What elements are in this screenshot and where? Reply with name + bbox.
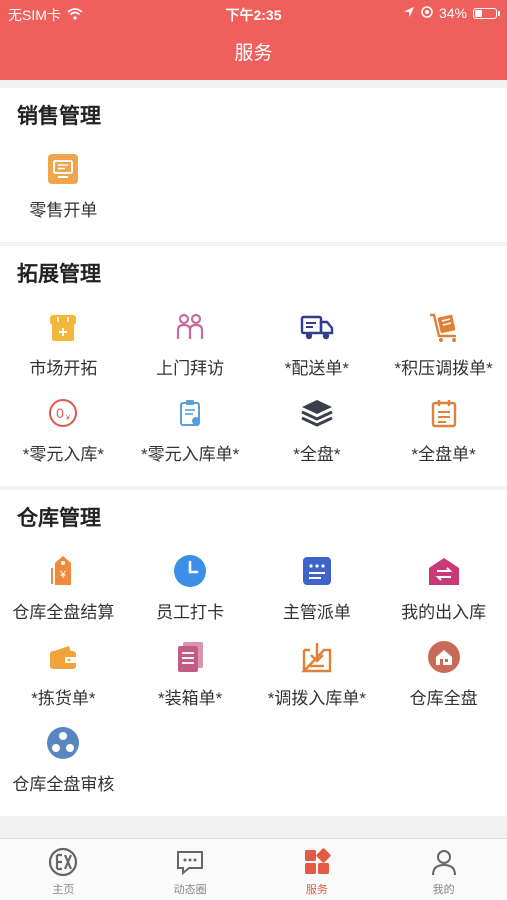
section-warehouse: 仓库管理 ¥ 仓库全盘结算 员工打卡 主管派单 我的出入库 *拣货单* *装箱单…	[0, 490, 507, 816]
service-label: *零元入库*	[22, 445, 104, 464]
tab-profile[interactable]: 我的	[380, 839, 507, 900]
service-retail-order[interactable]: 零售开单	[0, 148, 127, 234]
service-backlog-transfer[interactable]: *积压调拨单*	[380, 306, 507, 392]
service-full-inventory-order[interactable]: *全盘单*	[380, 392, 507, 478]
wallet-icon	[46, 640, 80, 674]
service-label: *装箱单*	[158, 689, 223, 708]
service-my-stock-in-out[interactable]: 我的出入库	[380, 550, 507, 636]
service-warehouse-settlement[interactable]: ¥ 仓库全盘结算	[0, 550, 127, 636]
service-label: 市场开拓	[29, 359, 98, 378]
clock-icon	[173, 554, 207, 588]
packing-list-icon	[173, 640, 207, 674]
svg-text:¥: ¥	[59, 569, 67, 581]
service-label: 员工打卡	[156, 603, 225, 622]
service-transfer-stock-in-order[interactable]: *调拨入库单*	[254, 636, 381, 722]
download-box-icon	[300, 640, 334, 674]
section-sales: 销售管理 零售开单	[0, 88, 507, 242]
service-visit[interactable]: 上门拜访	[127, 306, 254, 392]
service-label: 我的出入库	[401, 603, 487, 622]
battery-percent: 34%	[438, 5, 467, 21]
service-label: 仓库全盘	[409, 689, 478, 708]
service-zero-yuan-stock-in[interactable]: 0 ¥ *零元入库*	[0, 392, 127, 478]
tab-services[interactable]: 服务	[254, 839, 381, 900]
service-content: 销售管理 零售开单 拓展管理 市场开拓 上门拜访 *配送单* *积压调拨单* 0…	[0, 88, 507, 820]
market-expansion-icon	[46, 310, 80, 344]
service-label: 上门拜访	[156, 359, 225, 378]
service-label: *全盘*	[293, 445, 341, 464]
service-label: *拣货单*	[31, 689, 96, 708]
retail-order-icon	[46, 152, 80, 186]
bottom-tab-bar: 主页 动态圈 服务 我的	[0, 838, 507, 900]
service-label: 仓库全盘审核	[12, 775, 115, 794]
status-bar: 无SIM卡 下午2:35 34%	[0, 0, 507, 28]
service-label: *零元入库单*	[141, 445, 240, 464]
service-label: *积压调拨单*	[394, 359, 493, 378]
services-icon	[302, 847, 332, 877]
calendar-icon	[427, 396, 461, 430]
service-supervisor-dispatch[interactable]: 主管派单	[254, 550, 381, 636]
home-icon	[48, 847, 78, 877]
chat-icon	[175, 847, 205, 877]
tab-label: 主页	[52, 884, 75, 896]
price-tag-icon: ¥	[46, 554, 80, 588]
service-label: 仓库全盘结算	[12, 603, 115, 622]
tab-label: 服务	[305, 884, 328, 896]
section-title: 拓展管理	[17, 263, 101, 286]
tab-home[interactable]: 主页	[0, 839, 127, 900]
service-picking-list[interactable]: *拣货单*	[0, 636, 127, 722]
warehouse-transfer-icon	[427, 554, 461, 588]
alarm-icon	[421, 5, 433, 21]
service-delivery-order[interactable]: *配送单*	[254, 306, 381, 392]
visit-icon	[173, 310, 207, 344]
top-bar: 无SIM卡 下午2:35 34% 服务	[0, 0, 507, 80]
zero-yuan-icon: 0 ¥	[46, 396, 80, 430]
location-icon	[403, 5, 415, 21]
service-label: 主管派单	[282, 603, 351, 622]
dispatch-icon	[300, 554, 334, 588]
svg-text:¥: ¥	[66, 415, 70, 422]
service-market-expansion[interactable]: 市场开拓	[0, 306, 127, 392]
section-expansion: 拓展管理 市场开拓 上门拜访 *配送单* *积压调拨单* 0 ¥ *零元入库* …	[0, 246, 507, 486]
tab-label: 动态圈	[173, 884, 207, 896]
tab-moments[interactable]: 动态圈	[127, 839, 254, 900]
battery-icon	[473, 7, 500, 19]
house-icon	[427, 640, 461, 674]
cart-icon	[427, 310, 461, 344]
service-full-inventory[interactable]: *全盘*	[254, 392, 381, 478]
truck-icon	[300, 310, 334, 344]
service-employee-clock-in[interactable]: 员工打卡	[127, 550, 254, 636]
service-label: *配送单*	[284, 359, 349, 378]
page-title: 服务	[234, 43, 273, 64]
section-title: 销售管理	[17, 105, 101, 128]
section-title: 仓库管理	[17, 507, 101, 530]
service-label: 零售开单	[29, 201, 98, 220]
svg-text:0: 0	[56, 405, 64, 421]
clipboard-icon	[173, 396, 207, 430]
tab-label: 我的	[432, 884, 455, 896]
layers-icon	[300, 396, 334, 430]
battery-fill	[475, 9, 483, 17]
profile-icon	[429, 847, 459, 877]
service-label: *调拨入库单*	[267, 689, 366, 708]
service-warehouse-full-inventory[interactable]: 仓库全盘	[380, 636, 507, 722]
service-label: *全盘单*	[411, 445, 476, 464]
service-warehouse-inventory-audit[interactable]: 仓库全盘审核	[0, 722, 127, 808]
service-zero-yuan-stock-in-order[interactable]: *零元入库单*	[127, 392, 254, 478]
audit-icon	[46, 726, 80, 760]
service-packing-list[interactable]: *装箱单*	[127, 636, 254, 722]
